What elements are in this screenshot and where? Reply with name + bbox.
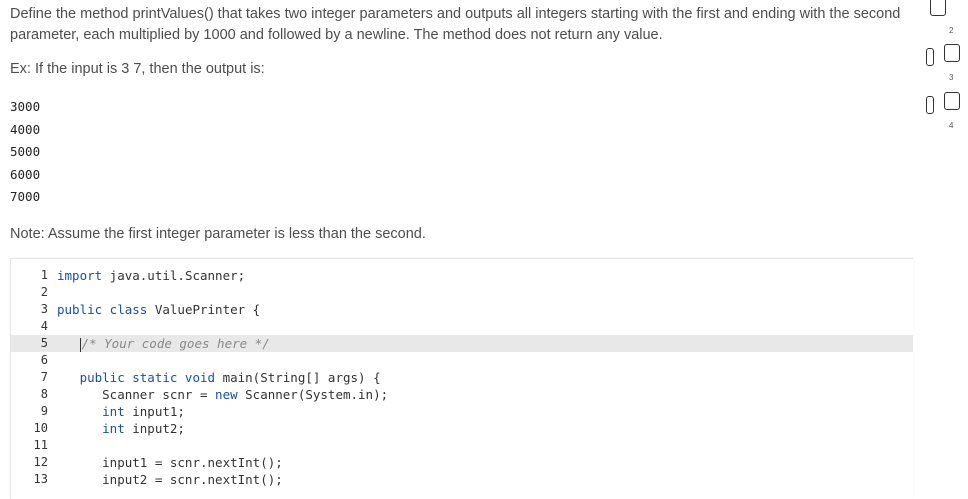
level-number: 2	[949, 26, 954, 35]
line-number: 11	[33, 438, 48, 452]
question-prompt: Define the method printValues() that tak…	[10, 6, 901, 43]
line-number: 1	[40, 268, 48, 282]
code-editor[interactable]: 1 import java.util.Scanner; 2 3 public c…	[10, 258, 913, 499]
line-number: 9	[40, 404, 48, 418]
code-text[interactable]: public class ValuePrinter {	[57, 301, 260, 318]
code-line[interactable]: 10 int input2;	[11, 420, 913, 437]
line-number: 2	[40, 285, 48, 299]
code-line[interactable]: 6	[11, 352, 913, 369]
code-line[interactable]: 1 import java.util.Scanner;	[11, 267, 913, 284]
output-line: 7000	[10, 189, 41, 204]
level-number: 4	[949, 121, 954, 130]
line-number: 10	[33, 421, 48, 435]
line-number: 4	[40, 319, 48, 333]
output-line: 4000	[10, 121, 41, 137]
code-text[interactable]: input2 = scnr.nextInt();	[57, 471, 283, 488]
note-text: Note: Assume the first integer parameter…	[10, 226, 426, 242]
line-number: 13	[33, 472, 48, 486]
code-line[interactable]: 8 Scanner scnr = new Scanner(System.in);	[11, 386, 913, 403]
output-line: 3000	[10, 99, 41, 114]
code-line[interactable]: 9 int input1;	[11, 403, 913, 420]
output-line: 5000	[10, 144, 41, 159]
code-text[interactable]: public static void main(String[] args) {	[57, 369, 381, 386]
output-line: 6000	[10, 166, 41, 182]
line-number: 7	[40, 370, 48, 384]
code-token: import	[57, 268, 103, 283]
text-cursor	[79, 337, 81, 352]
code-text[interactable]: int input2;	[57, 420, 185, 437]
code-line-active[interactable]: 5 /* Your code goes here */	[11, 335, 913, 352]
example-output: 3000 4000 5000 6000 7000	[10, 96, 40, 209]
level-box-partial[interactable]	[926, 48, 934, 66]
code-line[interactable]: 13 input2 = scnr.nextInt();	[11, 471, 913, 488]
level-box[interactable]	[930, 0, 946, 16]
level-number: 3	[949, 73, 954, 82]
level-box-partial[interactable]	[926, 96, 934, 114]
level-box[interactable]	[944, 92, 960, 110]
code-line[interactable]: 11	[11, 437, 913, 454]
line-number: 3	[40, 302, 48, 316]
code-text[interactable]: Scanner scnr = new Scanner(System.in);	[57, 386, 388, 403]
line-number: 6	[40, 353, 48, 367]
code-line[interactable]: 3 public class ValuePrinter {	[11, 301, 913, 318]
example-intro: Ex: If the input is 3 7, then the output…	[10, 61, 265, 77]
line-number: 12	[33, 455, 48, 469]
code-text[interactable]: int input1;	[57, 403, 185, 420]
code-text[interactable]: input1 = scnr.nextInt();	[57, 454, 283, 471]
code-text[interactable]: import java.util.Scanner;	[57, 267, 245, 284]
progress-sidebar: 2 3 4	[926, 0, 968, 490]
code-text[interactable]: /* Your code goes here */	[57, 335, 270, 352]
code-line[interactable]: 4	[11, 318, 913, 335]
code-line[interactable]: 2	[11, 284, 913, 301]
line-number: 5	[40, 336, 48, 350]
code-line[interactable]: 7 public static void main(String[] args)…	[11, 369, 913, 386]
level-box[interactable]	[944, 44, 960, 62]
code-line[interactable]: 12 input1 = scnr.nextInt();	[11, 454, 913, 471]
line-number: 8	[40, 387, 48, 401]
